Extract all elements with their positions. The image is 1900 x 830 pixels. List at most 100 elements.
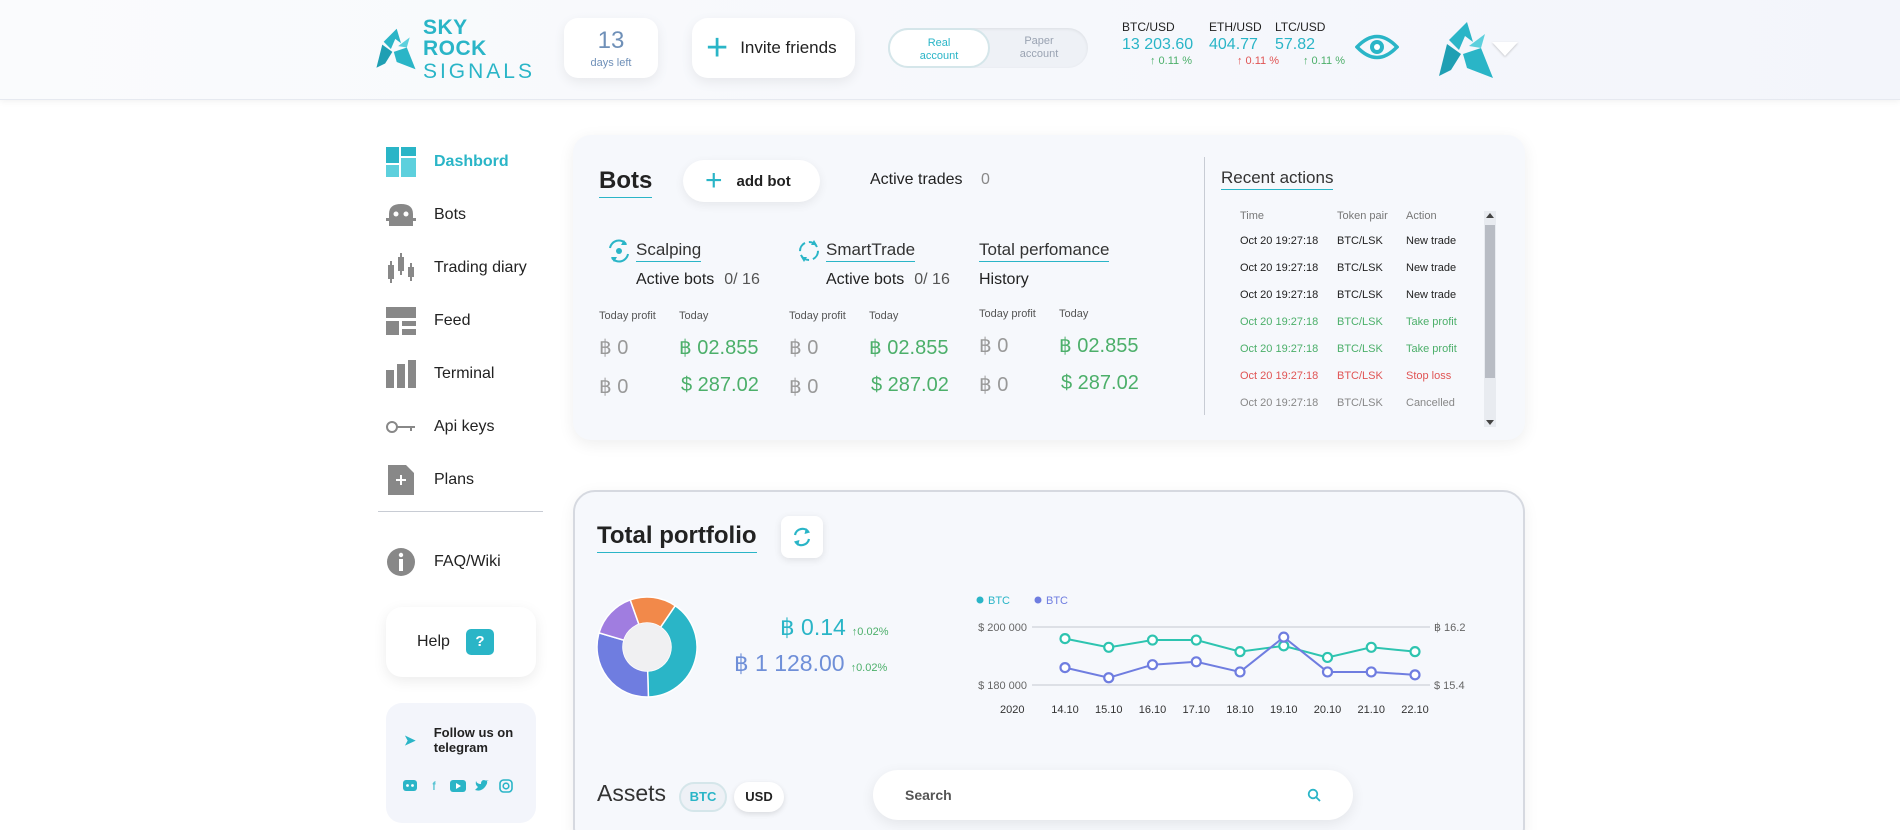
profit-btc-value: ฿ 0	[599, 337, 629, 359]
ticker-pair: BTC/USD	[1122, 20, 1175, 34]
sidebar-item-label: Dashbord	[434, 152, 509, 170]
active-bots-count: 0/ 16	[724, 271, 760, 288]
real-account-label-2: account	[919, 50, 959, 62]
avatar[interactable]	[1437, 20, 1495, 80]
x-tick-label: 21.10	[1357, 704, 1385, 716]
refresh-button[interactable]	[781, 516, 823, 558]
data-point[interactable]	[1321, 666, 1334, 678]
sidebar-item-label: Api keys	[434, 417, 495, 435]
vertical-divider	[1204, 157, 1205, 415]
real-account-option[interactable]: Real account	[888, 28, 990, 68]
legend-label[interactable]: BTC	[988, 595, 1010, 607]
recent-actions-scrollbar[interactable]	[1484, 211, 1496, 427]
x-tick-label: 15.10	[1095, 704, 1123, 716]
data-point[interactable]	[1146, 659, 1159, 671]
sidebar-item-feed[interactable]: Feed	[378, 294, 543, 347]
cell-action: Take profit	[1406, 315, 1457, 328]
feed-icon	[386, 306, 416, 336]
invite-friends-button[interactable]: + Invite friends	[692, 18, 855, 78]
sidebar-item-trading-diary[interactable]: Trading diary	[378, 241, 543, 294]
recent-actions-title[interactable]: Recent actions	[1221, 168, 1334, 190]
instagram-icon[interactable]	[498, 778, 514, 794]
assets-toggle-btc[interactable]: BTC	[679, 782, 727, 812]
candlestick-icon	[386, 252, 416, 283]
ticker-pair: LTC/USD	[1275, 20, 1326, 34]
sidebar-item-dashboard[interactable]: Dashbord	[378, 135, 543, 188]
data-point[interactable]	[1190, 656, 1202, 668]
sidebar-item-label: Trading diary	[434, 258, 527, 276]
data-point[interactable]	[1365, 641, 1377, 653]
x-tick-label: 19.10	[1270, 704, 1298, 716]
telegram-link[interactable]: ➤ Follow us on telegram	[404, 725, 513, 755]
scroll-thumb[interactable]	[1485, 225, 1495, 378]
ticker-btc-usd[interactable]: BTC/USD 13 203.60 ↑ 0.11 %	[1122, 20, 1202, 67]
plans-icon	[386, 464, 416, 495]
sidebar-item-terminal[interactable]: Terminal	[378, 347, 543, 400]
x-tick-label: 20.10	[1314, 704, 1342, 716]
column-header-time: Time	[1240, 210, 1265, 222]
paper-account-label-2: account	[1019, 48, 1059, 60]
data-point[interactable]	[1146, 634, 1159, 646]
cell-action: Cancelled	[1406, 396, 1455, 409]
data-point[interactable]	[1234, 646, 1246, 658]
sidebar-divider	[378, 511, 543, 512]
add-bot-button[interactable]: + add bot	[683, 160, 820, 202]
total-performance-link[interactable]: Total perfomance	[979, 240, 1110, 262]
scalping-icon	[609, 239, 629, 263]
help-button[interactable]: Help ?	[386, 607, 536, 677]
table-row[interactable]: Oct 20 19:27:18 BTC/LSK Stop loss	[1240, 362, 1472, 389]
today-btc-value: ฿ 02.855	[1059, 335, 1139, 357]
table-row[interactable]: Oct 20 19:27:18 BTC/LSK Take profit	[1240, 335, 1472, 362]
data-point[interactable]	[1190, 634, 1202, 646]
data-point[interactable]	[1103, 641, 1115, 653]
sidebar-item-label: FAQ/Wiki	[434, 552, 501, 570]
data-point[interactable]	[1409, 646, 1421, 658]
sidebar-item-plans[interactable]: Plans	[378, 453, 543, 506]
data-point[interactable]	[1234, 666, 1246, 678]
data-point[interactable]	[1059, 661, 1071, 674]
table-row[interactable]: Oct 20 19:27:18 BTC/LSK New trade	[1240, 281, 1472, 308]
sidebar-item-api-keys[interactable]: Api keys	[378, 400, 543, 453]
eye-icon[interactable]	[1355, 30, 1399, 64]
table-header: Time Token pair Action	[1240, 205, 1472, 227]
portfolio-line-chart[interactable]: BTC BTC $ 200 000 ฿ 16.2 $ 180 000 $ 15.4 2020…	[970, 592, 1490, 722]
facebook-icon[interactable]: f	[426, 778, 442, 794]
legend-label[interactable]: BTC	[1046, 595, 1068, 607]
data-point[interactable]	[1103, 672, 1115, 684]
info-icon	[386, 547, 416, 577]
data-point[interactable]	[1409, 669, 1421, 681]
logo[interactable]: SKY ROCK SIGNALS	[375, 17, 535, 82]
scroll-down-arrow[interactable]	[1486, 420, 1494, 425]
bot-name-link[interactable]: Scalping	[636, 240, 702, 262]
cell-time: Oct 20 19:27:18	[1240, 369, 1319, 382]
table-row[interactable]: Oct 20 19:27:18 BTC/LSK New trade	[1240, 254, 1472, 281]
data-point[interactable]	[1059, 632, 1071, 645]
search-input[interactable]	[905, 787, 1307, 803]
data-point[interactable]	[1365, 666, 1377, 678]
scroll-up-arrow[interactable]	[1486, 213, 1494, 218]
sidebar-item-bots[interactable]: Bots	[378, 188, 543, 241]
table-row[interactable]: Oct 20 19:27:18 BTC/LSK Cancelled	[1240, 389, 1472, 416]
table-row[interactable]: Oct 20 19:27:18 BTC/LSK New trade	[1240, 227, 1472, 254]
search-icon[interactable]	[1307, 788, 1321, 802]
ticker-ltc-usd[interactable]: LTC/USD 57.82 ↑ 0.11 %	[1275, 20, 1355, 67]
smarttrade-icon	[799, 240, 819, 262]
account-toggle[interactable]: Real account Paper account	[888, 28, 1088, 68]
discord-icon[interactable]	[402, 778, 418, 794]
portfolio-donut-chart[interactable]	[596, 596, 698, 698]
youtube-icon[interactable]	[450, 778, 466, 794]
paper-account-option[interactable]: Paper account	[990, 28, 1088, 68]
assets-toggle-usd[interactable]: USD	[734, 782, 784, 812]
bot-name-link[interactable]: SmartTrade	[826, 240, 916, 262]
top-header: SKY ROCK SIGNALS 13 days left + Invite f…	[0, 0, 1900, 100]
active-bots-label: Active bots	[636, 271, 715, 288]
active-trades-label: Active trades	[870, 171, 963, 188]
sidebar-item-faq[interactable]: FAQ/Wiki	[378, 535, 501, 588]
cell-time: Oct 20 19:27:18	[1240, 342, 1319, 355]
history-label[interactable]: History	[979, 271, 1029, 288]
chevron-down-icon[interactable]	[1492, 42, 1518, 56]
twitter-icon[interactable]	[474, 778, 490, 794]
table-row[interactable]: Oct 20 19:27:18 BTC/LSK Take profit	[1240, 308, 1472, 335]
data-point[interactable]	[1278, 631, 1290, 643]
data-point[interactable]	[1321, 651, 1334, 664]
